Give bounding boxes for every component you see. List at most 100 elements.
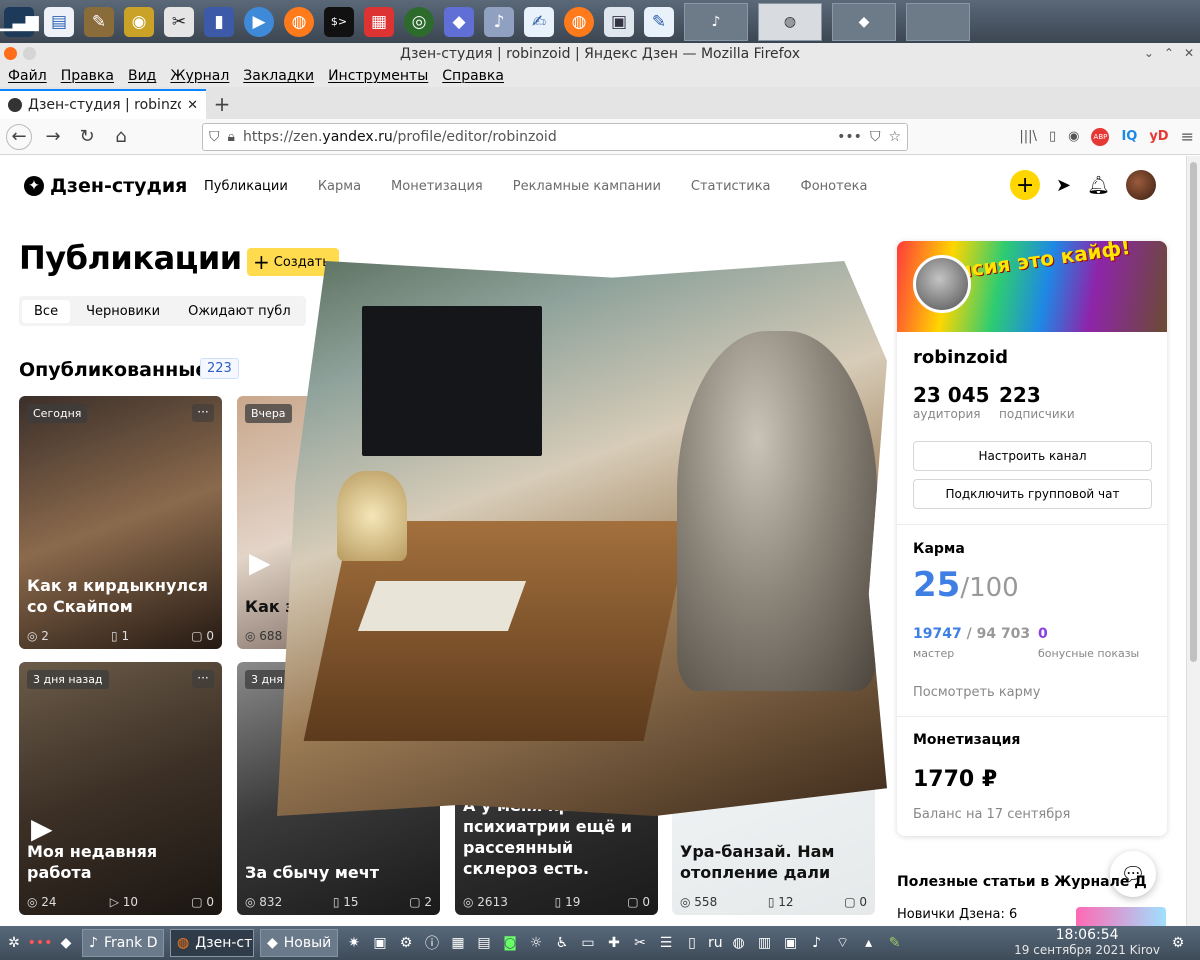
tab-zen-studio[interactable]: Дзен-студия | robinzoid ✕ <box>0 89 206 119</box>
sidebar-icon[interactable]: ▯ <box>1049 129 1056 144</box>
useful-article-thumb[interactable] <box>1076 907 1166 926</box>
add-publication-icon[interactable]: + <box>1010 170 1041 200</box>
shield-icon[interactable]: ⛉ <box>209 129 220 145</box>
info-icon[interactable]: ⓘ <box>422 933 442 953</box>
gimp-icon[interactable]: ✎ <box>84 6 114 37</box>
screens-icon[interactable]: ▥ <box>755 933 775 953</box>
terminal-icon[interactable]: $> <box>324 6 354 37</box>
kde-menu-icon[interactable]: ✲ <box>4 933 24 953</box>
menu-bookmarks[interactable]: Закладки <box>243 68 314 84</box>
menu-tools[interactable]: Инструменты <box>328 68 428 84</box>
nav-phonoteka[interactable]: Фонотека <box>801 179 868 194</box>
page-scrollbar[interactable] <box>1186 156 1200 926</box>
remote-desktop-icon[interactable]: ▣ <box>604 6 634 37</box>
list-icon[interactable]: ☰ <box>656 933 676 953</box>
nav-monetization[interactable]: Монетизация <box>391 179 483 194</box>
useful-article-item[interactable]: Новички Дзена: 6 <box>897 907 1017 922</box>
nav-publications[interactable]: Публикации <box>204 179 288 194</box>
article-card[interactable]: Сегодня ··· Как я кирдыкнулся со Скайпом… <box>19 396 222 649</box>
audio-player-icon[interactable]: ◉ <box>124 6 154 37</box>
bell-icon[interactable]: 🔔︎ <box>1087 175 1110 196</box>
library-icon[interactable]: |||\ <box>1019 129 1037 144</box>
globe-icon[interactable]: ◎ <box>404 6 434 37</box>
menu-edit[interactable]: Правка <box>61 68 114 84</box>
volume-icon[interactable]: ♪ <box>484 6 514 37</box>
close-icon[interactable]: ✕ <box>1184 46 1194 60</box>
speaker-icon[interactable]: ♪ <box>807 933 827 953</box>
scissors-icon[interactable]: ✂ <box>630 933 650 953</box>
document-viewer-icon[interactable]: ▤ <box>44 6 74 37</box>
menu-history[interactable]: Журнал <box>170 68 229 84</box>
tray-expand-icon[interactable]: ▴ <box>859 933 879 953</box>
splash-icon[interactable]: ✷ <box>344 933 364 953</box>
setup-channel-button[interactable]: Настроить канал <box>913 441 1152 471</box>
task-3d[interactable]: ◆ <box>832 2 896 41</box>
menu-view[interactable]: Вид <box>128 68 156 84</box>
filter-pending[interactable]: Ожидают публ <box>176 300 303 323</box>
brightness-icon[interactable]: ☼ <box>526 933 546 953</box>
maximize-icon[interactable]: ⌃ <box>1164 46 1174 60</box>
firefox-alt-icon[interactable]: ◍ <box>564 6 594 37</box>
video-editor-icon[interactable]: ✂ <box>164 6 194 37</box>
group-chat-button[interactable]: Подключить групповой чат <box>913 479 1152 509</box>
home-icon[interactable]: ⌂ <box>108 124 134 150</box>
firefox-icon[interactable]: ◍ <box>284 6 314 37</box>
bookmark-star-icon[interactable]: ☆ <box>888 129 901 145</box>
globe-icon[interactable]: ◍ <box>729 933 749 953</box>
scrollbar-thumb[interactable] <box>1190 162 1197 662</box>
task-zen[interactable]: ◍ Дзен-ст <box>170 929 254 957</box>
url-bar[interactable]: ⛉ 🔒︎ https://zen.yandex.ru/profile/edito… <box>202 122 908 151</box>
new-tab-button[interactable]: + <box>206 89 238 119</box>
3d-box-icon[interactable]: ◆ <box>444 6 474 37</box>
nav-ad-campaigns[interactable]: Рекламные кампании <box>513 179 661 194</box>
package-manager-icon[interactable]: ▦ <box>364 6 394 37</box>
green-app-icon[interactable]: ◙ <box>500 933 520 953</box>
iq-extension-icon[interactable]: IQ <box>1121 129 1137 144</box>
adblock-icon[interactable]: ABP <box>1091 127 1110 146</box>
monitor-icon[interactable]: ▣ <box>781 933 801 953</box>
dots-icon[interactable]: ••• <box>28 933 53 953</box>
view-karma-link[interactable]: Посмотреть карму <box>913 685 1040 700</box>
page-actions-icon[interactable]: ••• <box>837 129 862 145</box>
task-empty[interactable] <box>906 2 970 41</box>
accessibility-icon[interactable]: ♿ <box>552 933 572 953</box>
minimize-icon[interactable]: ⌄ <box>1144 46 1154 60</box>
forward-arrow-icon[interactable]: → <box>40 124 66 150</box>
url-text[interactable]: https://zen.yandex.ru/profile/editor/rob… <box>243 129 829 145</box>
back-arrow-icon[interactable]: ← <box>6 123 32 150</box>
keyboard-layout[interactable]: ru <box>708 935 723 951</box>
task-new[interactable]: ◆ Новый <box>260 929 338 957</box>
menu-file[interactable]: Файл <box>8 68 47 84</box>
extension-icon[interactable]: ◉ <box>1068 129 1079 144</box>
clipboard-icon[interactable]: ▤ <box>474 933 494 953</box>
reload-icon[interactable]: ↻ <box>74 124 100 150</box>
blank-doc-icon[interactable]: ▯ <box>682 933 702 953</box>
menu-help[interactable]: Справка <box>442 68 504 84</box>
filter-all[interactable]: Все <box>22 299 71 323</box>
zen-logo[interactable]: ✦ Дзен-студия <box>24 175 204 197</box>
card-menu-icon[interactable]: ··· <box>192 404 214 422</box>
text-editor-icon[interactable]: ✍ <box>524 6 554 37</box>
hamburger-menu-icon[interactable]: ≡ <box>1181 127 1194 146</box>
clock[interactable]: 18:06:54 19 сентября 2021 Kirov <box>1014 928 1160 958</box>
gamepad-icon[interactable]: ✚ <box>604 933 624 953</box>
terminal-icon[interactable]: ▣ <box>370 933 390 953</box>
article-card[interactable]: 3 дня назад ··· ▶ Моя недавняя работа ◎ … <box>19 662 222 915</box>
media-player-icon[interactable]: ▶ <box>244 6 274 37</box>
nav-statistics[interactable]: Статистика <box>691 179 771 194</box>
usb-drive-icon[interactable]: ▮ <box>204 6 234 37</box>
storage-icon[interactable]: ▭ <box>578 933 598 953</box>
task-frank[interactable]: ♪ Frank D <box>82 929 164 957</box>
3d-box-icon[interactable]: ◆ <box>56 933 76 953</box>
send-icon[interactable]: ➤ <box>1056 175 1071 196</box>
pencil-icon[interactable]: ✎ <box>885 933 905 953</box>
kde-gear-icon[interactable]: ⚙ <box>1168 933 1188 953</box>
lock-icon[interactable]: 🔒︎ <box>228 129 235 145</box>
task-sound[interactable]: ♪ <box>684 2 748 41</box>
tab-close-icon[interactable]: ✕ <box>187 98 198 113</box>
nav-karma[interactable]: Карма <box>318 179 361 194</box>
sticky-button-icon[interactable] <box>23 47 36 60</box>
task-firefox[interactable]: ◍ <box>758 2 822 41</box>
avatar[interactable] <box>1126 170 1156 200</box>
card-menu-icon[interactable]: ··· <box>192 670 214 688</box>
